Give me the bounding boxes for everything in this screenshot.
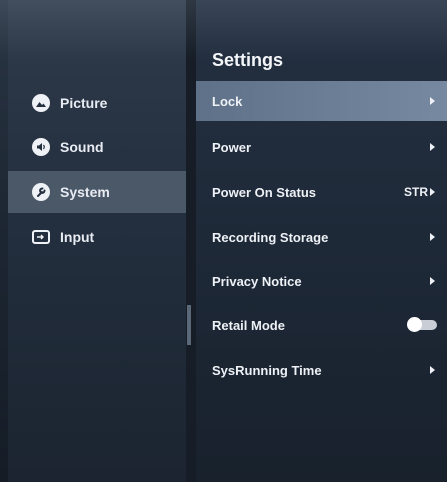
input-icon xyxy=(32,230,50,244)
settings-row-label: Lock xyxy=(212,93,243,109)
settings-row-power[interactable]: Power xyxy=(196,127,447,167)
scroll-indicator xyxy=(187,305,191,345)
chevron-right-icon xyxy=(430,277,435,285)
menu-item-input[interactable]: Input xyxy=(8,216,186,258)
menu-item-label: Sound xyxy=(60,139,104,155)
retail-mode-toggle[interactable] xyxy=(407,317,437,332)
settings-row-label: SysRunning Time xyxy=(212,362,322,378)
chevron-right-icon xyxy=(430,188,435,196)
chevron-right-icon xyxy=(430,366,435,374)
settings-row-recording-storage[interactable]: Recording Storage xyxy=(196,217,447,257)
category-menu: Picture Sound System Input xyxy=(8,0,186,482)
settings-row-label: Power On Status xyxy=(212,184,317,200)
settings-row-label: Retail Mode xyxy=(212,317,285,333)
settings-row-privacy-notice[interactable]: Privacy Notice xyxy=(196,261,447,301)
settings-row-sysrunning-time[interactable]: SysRunning Time xyxy=(196,350,447,390)
wrench-icon xyxy=(32,183,50,201)
menu-item-picture[interactable]: Picture xyxy=(8,82,186,124)
settings-row-label: Power xyxy=(212,139,252,155)
settings-row-label: Recording Storage xyxy=(212,229,329,245)
settings-row-lock[interactable]: Lock xyxy=(196,81,447,121)
menu-item-label: Picture xyxy=(60,95,108,111)
menu-item-label: System xyxy=(60,184,110,200)
speaker-icon xyxy=(32,138,50,156)
settings-row-power-on-status[interactable]: Power On Status STR xyxy=(196,172,447,212)
chevron-right-icon xyxy=(430,143,435,151)
settings-row-label: Privacy Notice xyxy=(212,273,302,289)
menu-item-label: Input xyxy=(60,229,95,245)
chevron-right-icon xyxy=(430,97,435,105)
page-title: Settings xyxy=(212,50,284,70)
tv-settings-screen: Picture Sound System Input Settings Lock xyxy=(0,0,447,482)
toggle-knob xyxy=(407,317,422,332)
picture-icon xyxy=(32,94,50,112)
chevron-right-icon xyxy=(430,233,435,241)
settings-row-retail-mode[interactable]: Retail Mode xyxy=(196,305,447,345)
menu-item-system[interactable]: System xyxy=(8,171,186,213)
settings-panel: Settings Lock Power Power On Status STR … xyxy=(196,0,447,482)
settings-row-value: STR xyxy=(404,185,428,199)
panel-divider xyxy=(186,0,196,482)
menu-item-sound[interactable]: Sound xyxy=(8,126,186,168)
